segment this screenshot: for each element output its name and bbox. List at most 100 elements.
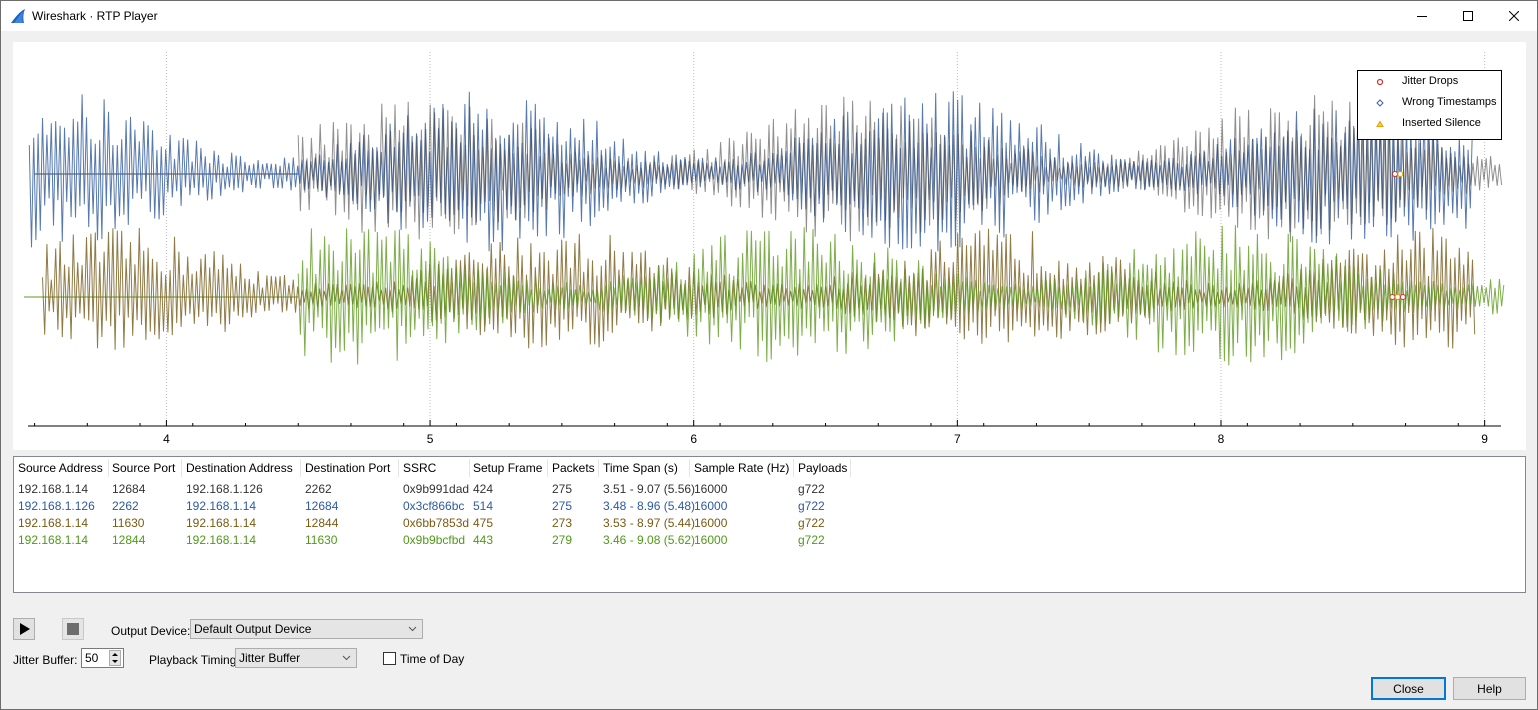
table-cell: 2262 <box>112 499 139 513</box>
column-divider[interactable] <box>181 459 182 477</box>
column-divider[interactable] <box>469 459 470 477</box>
maximize-button[interactable] <box>1445 1 1491 31</box>
table-cell: 2262 <box>305 482 332 496</box>
streams-table[interactable]: Source Address Source Port Destination A… <box>13 456 1526 593</box>
spin-buttons[interactable] <box>109 650 121 666</box>
column-divider[interactable] <box>398 459 399 477</box>
column-header-source-port[interactable]: Source Port <box>112 461 175 475</box>
table-cell: 273 <box>552 516 573 530</box>
column-divider[interactable] <box>793 459 794 477</box>
wireshark-fin-icon <box>11 9 25 23</box>
waveform-stream-2 <box>28 91 1473 252</box>
waveform-stream-3 <box>297 95 1503 243</box>
legend-jitter-drops: Jitter Drops <box>1358 74 1501 90</box>
table-row[interactable]: 192.168.1.14 12844 192.168.1.14 11630 0x9b9b… <box>14 532 1525 549</box>
table-cell: g722 <box>798 516 825 530</box>
table-cell: 12684 <box>112 482 146 496</box>
playback-timing-label: Playback Timing: <box>149 653 240 667</box>
x-tick-label: 9 <box>1481 432 1488 446</box>
table-cell: 0x6bb7853d <box>403 516 470 530</box>
minimize-button[interactable] <box>1399 1 1445 31</box>
column-header-setup-frame[interactable]: Setup Frame <box>473 461 542 475</box>
column-divider[interactable] <box>689 459 690 477</box>
column-header-packets[interactable]: Packets <box>552 461 595 475</box>
table-cell: 16000 <box>694 533 728 547</box>
waveform-svg[interactable]: 4 5 6 7 8 9 <box>13 42 1526 450</box>
chevron-down-icon <box>342 655 351 661</box>
table-cell: 192.168.1.14 <box>186 533 257 547</box>
x-tick-label: 4 <box>163 432 170 446</box>
spin-up-down-icon <box>112 653 118 663</box>
event-marker <box>1391 171 1398 177</box>
table-cell: 475 <box>473 516 494 530</box>
waveform-plot[interactable]: 4 5 6 7 8 9 Jitter Drops Wrong Timestamps Ins… <box>13 42 1526 450</box>
playback-timing-value: Jitter Buffer <box>239 651 301 665</box>
table-cell: 192.168.1.14 <box>18 533 89 547</box>
x-tick-label: 8 <box>1218 432 1225 446</box>
column-header-destination-port[interactable]: Destination Port <box>305 461 390 475</box>
table-cell: 0x3cf866bc <box>403 499 465 513</box>
jitter-buffer-spinbox[interactable]: 50 <box>81 648 124 668</box>
event-marker <box>1394 294 1401 300</box>
column-header-source-address[interactable]: Source Address <box>18 461 103 475</box>
output-device-value: Default Output Device <box>194 622 312 636</box>
minimize-icon <box>1417 16 1427 17</box>
play-button[interactable] <box>13 618 35 640</box>
event-marker <box>1397 171 1404 177</box>
table-row[interactable]: 192.168.1.14 12684 192.168.1.126 2262 0x9b99… <box>14 481 1525 498</box>
column-header-ssrc[interactable]: SSRC <box>403 461 436 475</box>
column-header-time-span[interactable]: Time Span (s) <box>603 461 678 475</box>
help-button-label: Help <box>1477 681 1502 696</box>
event-marker <box>1399 294 1406 300</box>
column-divider[interactable] <box>300 459 301 477</box>
play-icon <box>20 623 30 635</box>
legend-label: Inserted Silence <box>1402 117 1481 129</box>
column-header-payloads[interactable]: Payloads <box>798 461 847 475</box>
table-cell: 192.168.1.126 <box>186 482 263 496</box>
jitter-buffer-label: Jitter Buffer: <box>13 653 78 667</box>
table-cell: 11630 <box>112 516 145 530</box>
close-button-label: Close <box>1393 681 1424 696</box>
table-row[interactable]: 192.168.1.14 11630 192.168.1.14 12844 0x6bb7… <box>14 515 1525 532</box>
x-tick-label: 6 <box>690 432 697 446</box>
legend-wrong-timestamps: Wrong Timestamps <box>1358 95 1501 111</box>
plot-legend: Jitter Drops Wrong Timestamps Inserted S… <box>1357 70 1502 140</box>
triangle-marker-icon <box>1376 120 1384 127</box>
time-of-day-checkbox[interactable] <box>383 652 396 665</box>
window-title: Wireshark · RTP Player <box>32 9 158 23</box>
table-cell: 0x9b991dad <box>403 482 470 496</box>
table-cell: 514 <box>473 499 494 513</box>
stop-button[interactable] <box>62 618 84 640</box>
table-cell: 275 <box>552 499 573 513</box>
column-divider[interactable] <box>108 459 109 477</box>
time-of-day-label[interactable]: Time of Day <box>400 652 464 666</box>
close-button[interactable]: Close <box>1371 677 1446 700</box>
column-header-sample-rate[interactable]: Sample Rate (Hz) <box>694 461 789 475</box>
maximize-icon <box>1463 11 1473 21</box>
legend-label: Jitter Drops <box>1402 75 1459 87</box>
column-divider[interactable] <box>547 459 548 477</box>
column-divider[interactable] <box>598 459 599 477</box>
table-cell: g722 <box>798 499 825 513</box>
playback-timing-select[interactable]: Jitter Buffer <box>235 648 357 668</box>
close-window-button[interactable] <box>1491 1 1537 31</box>
help-button[interactable]: Help <box>1453 677 1526 700</box>
chevron-down-icon <box>408 626 417 632</box>
column-header-destination-address[interactable]: Destination Address <box>186 461 293 475</box>
output-device-label: Output Device: <box>111 624 191 638</box>
table-cell: 424 <box>473 482 494 496</box>
table-cell: 0x9b9bcfbd <box>403 533 466 547</box>
table-cell: 3.51 - 9.07 (5.56) <box>603 482 696 496</box>
table-cell: 16000 <box>694 499 728 513</box>
table-cell: 275 <box>552 482 573 496</box>
close-icon <box>1509 11 1519 21</box>
diamond-marker-icon <box>1376 99 1384 107</box>
table-cell: 12844 <box>305 516 339 530</box>
table-cell: g722 <box>798 533 825 547</box>
table-cell: 192.168.1.126 <box>18 499 95 513</box>
table-row[interactable]: 192.168.1.126 2262 192.168.1.14 12684 0x3cf8… <box>14 498 1525 515</box>
column-divider[interactable] <box>850 459 851 477</box>
table-cell: 3.48 - 8.96 (5.48) <box>603 499 696 513</box>
title-bar: Wireshark · RTP Player <box>1 1 1537 31</box>
output-device-select[interactable]: Default Output Device <box>190 619 423 639</box>
